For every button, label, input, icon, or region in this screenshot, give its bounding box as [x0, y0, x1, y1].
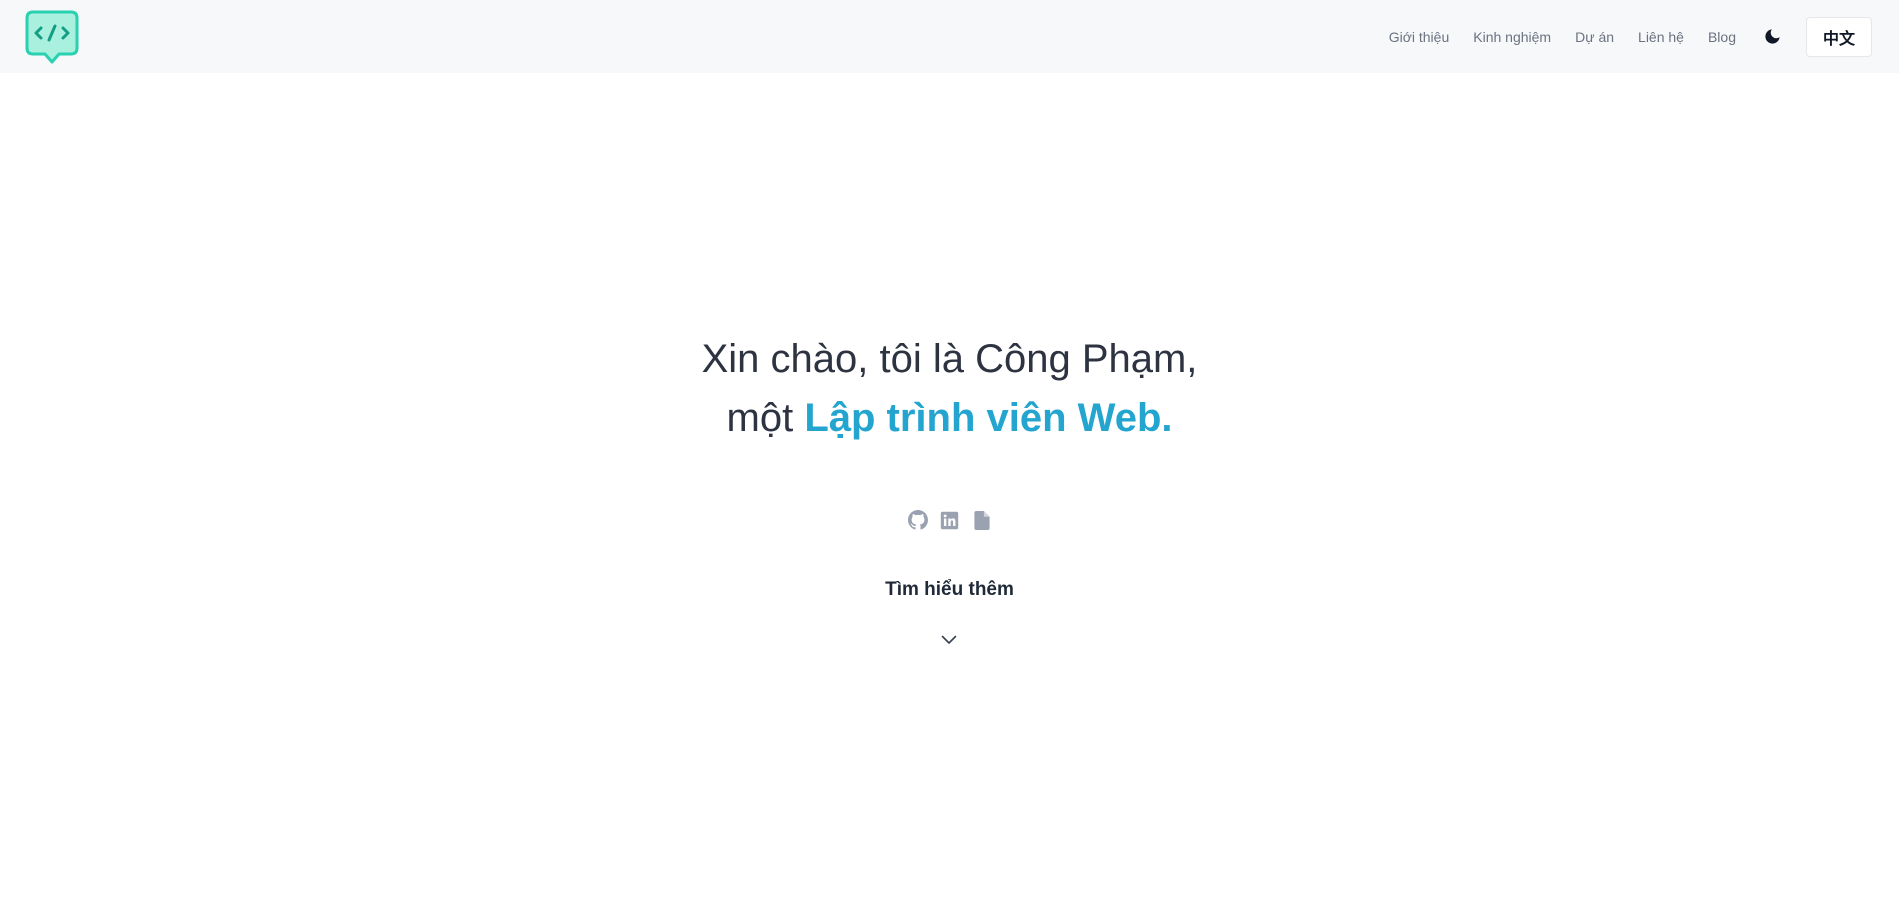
document-icon	[973, 510, 990, 530]
linkedin-link[interactable]	[940, 510, 960, 530]
main-nav: Giới thiệu Kinh nghiệm Dự án Liên hệ Blo…	[1389, 29, 1736, 45]
nav-link-about[interactable]: Giới thiệu	[1389, 29, 1450, 45]
nav-link-experience[interactable]: Kinh nghiệm	[1473, 29, 1551, 45]
nav-link-blog[interactable]: Blog	[1708, 29, 1736, 45]
nav-right-group: Giới thiệu Kinh nghiệm Dự án Liên hệ Blo…	[1389, 16, 1872, 57]
hero-greeting: Xin chào, tôi là Công Phạm,	[701, 337, 1198, 381]
github-icon	[907, 510, 928, 530]
social-links	[0, 510, 1899, 530]
hero-section: Xin chào, tôi là Công Phạm, một Lập trìn…	[0, 330, 1899, 448]
nav-link-contact[interactable]: Liên hệ	[1638, 29, 1684, 45]
hero-role-prefix: một	[726, 396, 794, 440]
moon-icon	[1764, 29, 1780, 44]
top-navbar: Giới thiệu Kinh nghiệm Dự án Liên hệ Blo…	[0, 0, 1899, 73]
language-switch-button[interactable]: 中文	[1806, 16, 1872, 57]
scroll-down-button[interactable]	[940, 632, 958, 648]
linkedin-icon	[940, 511, 959, 529]
code-bubble-icon	[25, 10, 79, 63]
hero-role-line: một Lập trình viên Web.	[0, 389, 1899, 448]
learn-more-link[interactable]: Tìm hiểu thêm	[0, 579, 1899, 601]
resume-link[interactable]	[972, 510, 992, 530]
home-logo-link[interactable]	[24, 9, 80, 65]
chevron-down-icon	[941, 635, 957, 644]
theme-toggle-button[interactable]	[1762, 27, 1782, 47]
nav-link-projects[interactable]: Dự án	[1575, 29, 1614, 45]
hero-role-highlight: Lập trình viên Web.	[804, 396, 1173, 440]
github-link[interactable]	[907, 510, 928, 530]
